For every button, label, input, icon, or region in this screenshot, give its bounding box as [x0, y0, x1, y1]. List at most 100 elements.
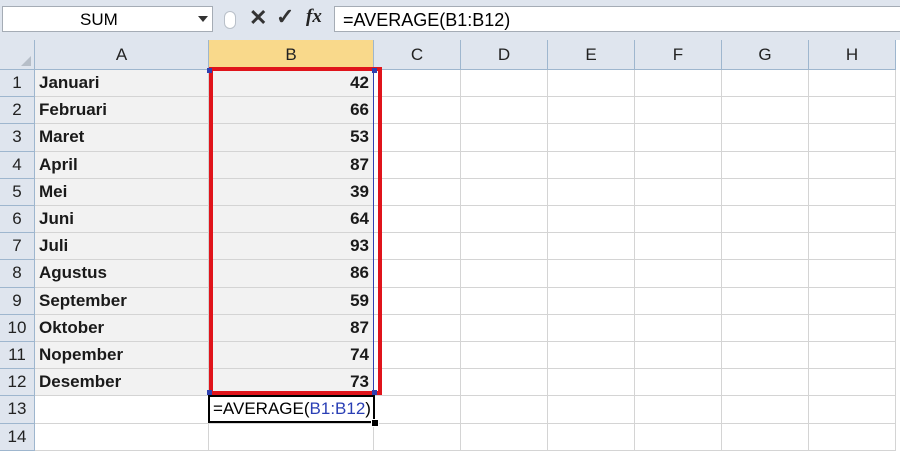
column-header-c[interactable]: C — [374, 40, 461, 70]
cell-h5[interactable] — [809, 179, 896, 206]
cell-d4[interactable] — [461, 152, 548, 179]
row-header-8[interactable]: 8 — [0, 260, 35, 288]
cell-a14[interactable] — [35, 424, 209, 451]
enter-icon[interactable]: ✓ — [276, 4, 294, 30]
cell-h8[interactable] — [809, 260, 896, 288]
cell-a5[interactable]: Mei — [35, 179, 209, 206]
row-header-5[interactable]: 5 — [0, 179, 35, 206]
cell-a7[interactable]: Juli — [35, 233, 209, 260]
cell-h6[interactable] — [809, 206, 896, 233]
cell-f3[interactable] — [635, 124, 722, 152]
cell-d14[interactable] — [461, 424, 548, 451]
cell-c4[interactable] — [374, 152, 461, 179]
cancel-icon[interactable]: ✕ — [249, 5, 267, 31]
cell-c2[interactable] — [374, 97, 461, 124]
cell-g10[interactable] — [722, 315, 809, 342]
cell-f11[interactable] — [635, 342, 722, 369]
cell-b14[interactable] — [209, 424, 374, 451]
cell-f13[interactable] — [635, 396, 722, 424]
cell-d7[interactable] — [461, 233, 548, 260]
cell-h13[interactable] — [809, 396, 896, 424]
column-header-d[interactable]: D — [461, 40, 548, 70]
cell-d11[interactable] — [461, 342, 548, 369]
cell-b2[interactable]: 66 — [209, 97, 374, 124]
cell-h2[interactable] — [809, 97, 896, 124]
cell-d10[interactable] — [461, 315, 548, 342]
cell-c1[interactable] — [374, 70, 461, 97]
cell-b9[interactable]: 59 — [209, 288, 374, 315]
row-header-2[interactable]: 2 — [0, 97, 35, 124]
cell-a9[interactable]: September — [35, 288, 209, 315]
cell-c9[interactable] — [374, 288, 461, 315]
cell-g6[interactable] — [722, 206, 809, 233]
cell-f5[interactable] — [635, 179, 722, 206]
row-header-11[interactable]: 11 — [0, 342, 35, 369]
cell-g11[interactable] — [722, 342, 809, 369]
column-header-a[interactable]: A — [35, 40, 209, 70]
cell-g1[interactable] — [722, 70, 809, 97]
cell-g13[interactable] — [722, 396, 809, 424]
cell-d6[interactable] — [461, 206, 548, 233]
column-header-h[interactable]: H — [809, 40, 896, 70]
cell-f2[interactable] — [635, 97, 722, 124]
row-header-6[interactable]: 6 — [0, 206, 35, 233]
column-header-e[interactable]: E — [548, 40, 635, 70]
cell-g14[interactable] — [722, 424, 809, 451]
cell-h4[interactable] — [809, 152, 896, 179]
cell-b4[interactable]: 87 — [209, 152, 374, 179]
cell-a8[interactable]: Agustus — [35, 260, 209, 288]
row-header-1[interactable]: 1 — [0, 70, 35, 97]
cell-b3[interactable]: 53 — [209, 124, 374, 152]
column-header-b[interactable]: B — [209, 40, 374, 70]
cell-c12[interactable] — [374, 369, 461, 396]
range-handle[interactable] — [372, 68, 377, 73]
cell-b11[interactable]: 74 — [209, 342, 374, 369]
row-header-13[interactable]: 13 — [0, 396, 35, 424]
cell-h3[interactable] — [809, 124, 896, 152]
cell-e8[interactable] — [548, 260, 635, 288]
cell-e4[interactable] — [548, 152, 635, 179]
cell-f9[interactable] — [635, 288, 722, 315]
cell-f8[interactable] — [635, 260, 722, 288]
cell-f7[interactable] — [635, 233, 722, 260]
cell-h9[interactable] — [809, 288, 896, 315]
row-header-10[interactable]: 10 — [0, 315, 35, 342]
cell-d9[interactable] — [461, 288, 548, 315]
fill-handle[interactable] — [371, 419, 379, 427]
cell-f12[interactable] — [635, 369, 722, 396]
cell-g7[interactable] — [722, 233, 809, 260]
row-header-3[interactable]: 3 — [0, 124, 35, 152]
name-box-dropdown-icon[interactable] — [198, 16, 208, 22]
cell-c13[interactable] — [374, 396, 461, 424]
cell-c3[interactable] — [374, 124, 461, 152]
cell-f14[interactable] — [635, 424, 722, 451]
cell-e11[interactable] — [548, 342, 635, 369]
cell-e12[interactable] — [548, 369, 635, 396]
cell-g4[interactable] — [722, 152, 809, 179]
cell-h12[interactable] — [809, 369, 896, 396]
cell-a1[interactable]: Januari — [35, 70, 209, 97]
formula-bar-resize-handle[interactable] — [224, 11, 236, 29]
cell-g3[interactable] — [722, 124, 809, 152]
cell-b12[interactable]: 73 — [209, 369, 374, 396]
cell-b8[interactable]: 86 — [209, 260, 374, 288]
cell-f6[interactable] — [635, 206, 722, 233]
cell-h14[interactable] — [809, 424, 896, 451]
cell-b7[interactable]: 93 — [209, 233, 374, 260]
cell-f4[interactable] — [635, 152, 722, 179]
cell-b6[interactable]: 64 — [209, 206, 374, 233]
row-header-14[interactable]: 14 — [0, 424, 35, 451]
cell-g9[interactable] — [722, 288, 809, 315]
cell-d2[interactable] — [461, 97, 548, 124]
formula-input[interactable]: =AVERAGE(B1:B12) — [334, 6, 900, 32]
cell-c10[interactable] — [374, 315, 461, 342]
cell-b10[interactable]: 87 — [209, 315, 374, 342]
cell-h1[interactable] — [809, 70, 896, 97]
cell-e14[interactable] — [548, 424, 635, 451]
cell-d12[interactable] — [461, 369, 548, 396]
name-box[interactable]: SUM — [2, 6, 213, 32]
cell-e2[interactable] — [548, 97, 635, 124]
cell-c5[interactable] — [374, 179, 461, 206]
cell-b5[interactable]: 39 — [209, 179, 374, 206]
active-cell-editor[interactable]: =AVERAGE(B1:B12) — [208, 395, 375, 423]
